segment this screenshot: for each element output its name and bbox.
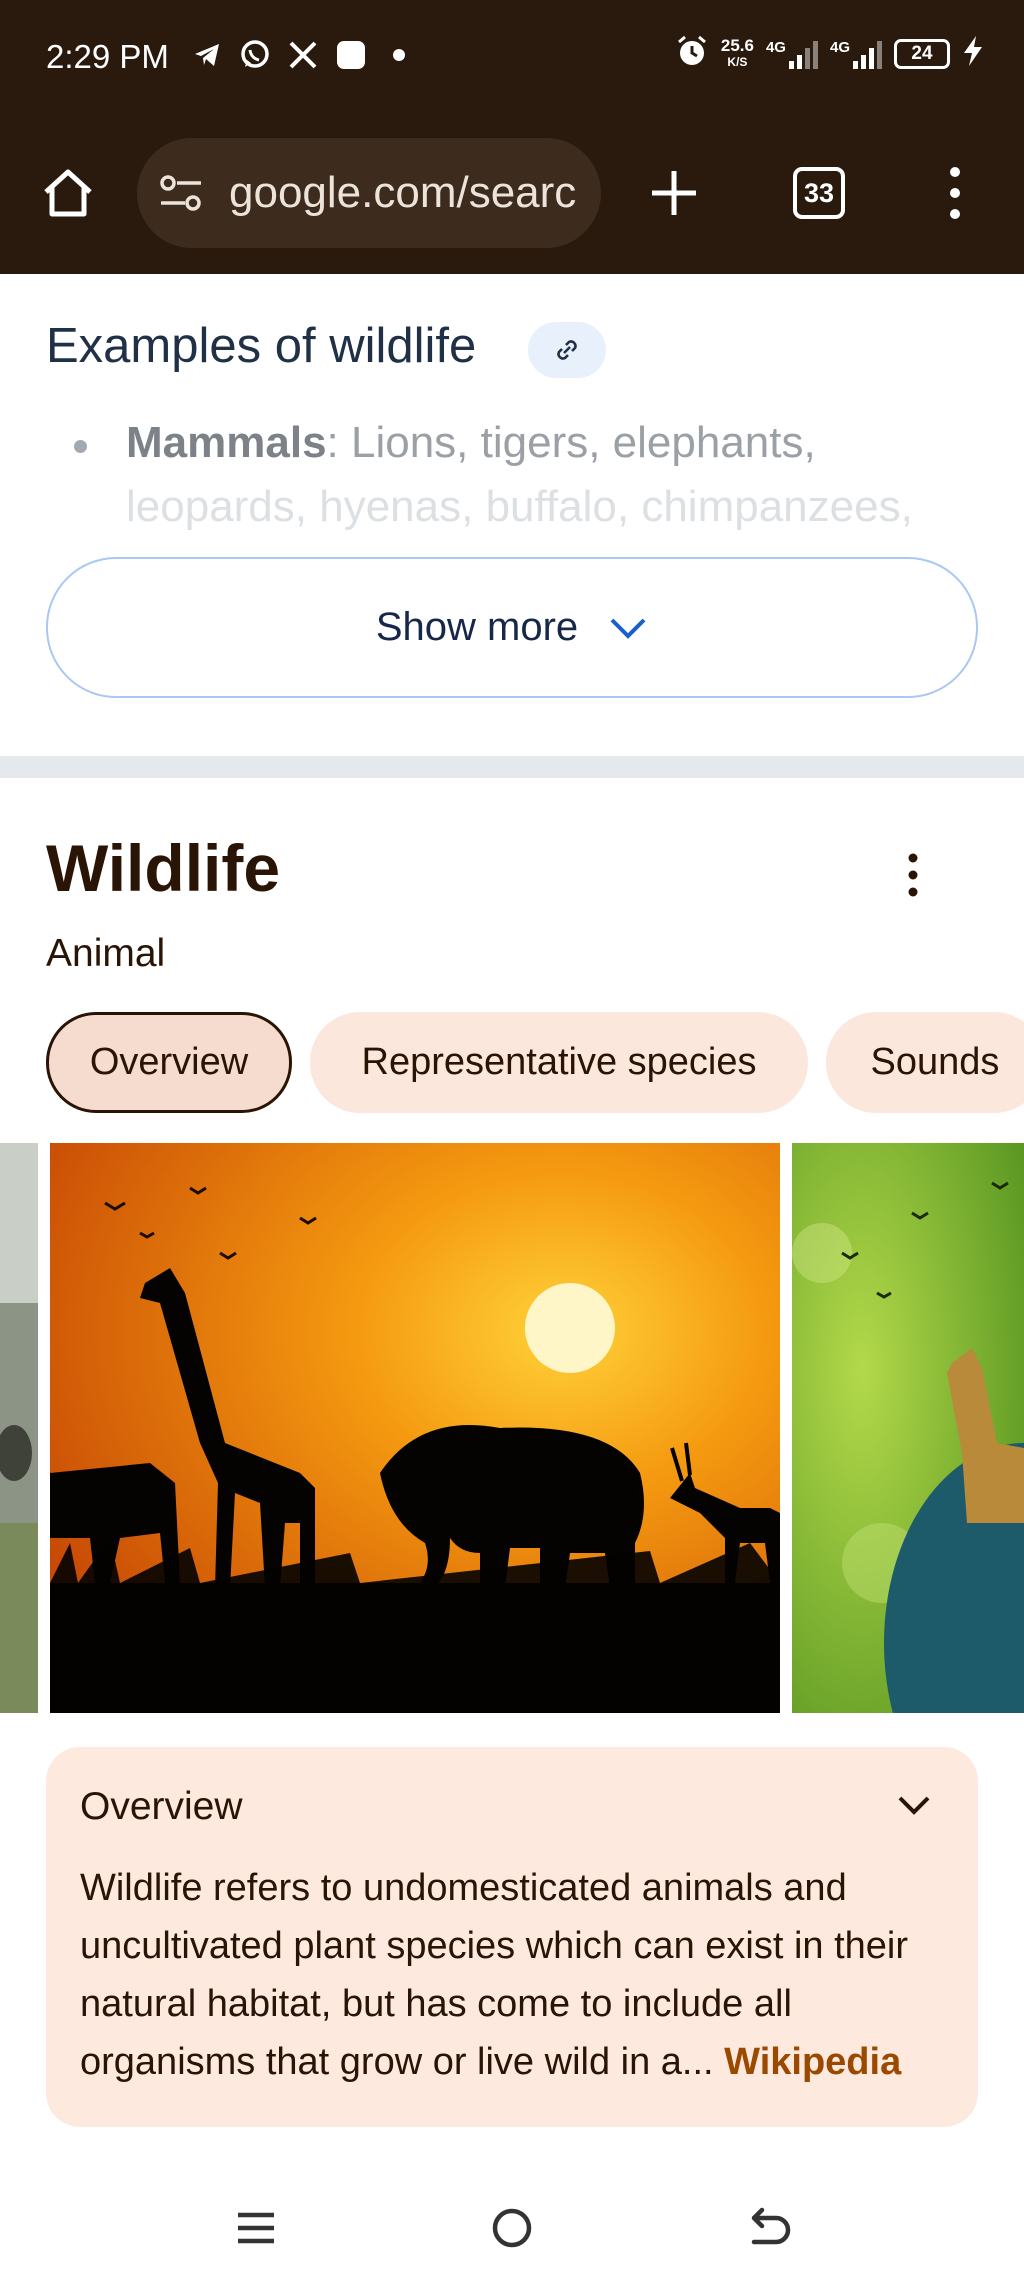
url-text[interactable]: google.com/search [229, 168, 579, 218]
link-icon [557, 340, 577, 360]
wikipedia-link[interactable]: Wikipedia [724, 2041, 901, 2083]
new-tab-icon[interactable] [648, 167, 700, 219]
dot-icon [382, 38, 416, 72]
section-heading: Examples of wildlife [46, 319, 477, 373]
whatsapp-icon [238, 38, 272, 72]
overview-text: Wildlife refers to undomesticated animal… [80, 1867, 909, 2083]
url-toolbar: google.com/search 33 [0, 110, 1024, 274]
alarm-icon [675, 34, 709, 73]
tab-representative-species[interactable]: Representative species [310, 1012, 808, 1113]
carousel-image-prev[interactable] [0, 1143, 38, 1713]
overview-title: Overview [80, 1785, 243, 1828]
telegram-icon [190, 38, 224, 72]
charging-icon [962, 35, 984, 72]
more-options-icon[interactable] [898, 852, 928, 898]
chevron-down-icon[interactable] [894, 1785, 934, 1825]
cell-signal-2: 4G [830, 39, 882, 69]
battery-indicator: 24 [894, 38, 950, 69]
browser-chrome: 2:29 PM 25.6 K/S 4G 4G 24 google.com/sea… [0, 0, 1024, 274]
cell-signal-1: 4G [766, 39, 818, 69]
app-square-icon [334, 38, 368, 72]
notification-icons [190, 38, 416, 72]
entity-title: Wildlife [46, 831, 281, 905]
tab-sounds[interactable]: Sounds [826, 1012, 1024, 1113]
example-item-faded: leopards, hyenas, buffalo, chimpanzees, [126, 482, 913, 531]
example-item: Mammals: Lions, tigers, elephants, [126, 418, 816, 467]
site-settings-icon[interactable] [159, 174, 203, 212]
copy-link-button[interactable] [528, 322, 606, 378]
overview-card: Overview Wildlife refers to undomesticat… [46, 1747, 978, 2127]
carousel-image-green-earth[interactable] [792, 1143, 1024, 1713]
section-divider [0, 756, 1024, 778]
tab-switcher-button[interactable]: 33 [793, 167, 845, 219]
bullet-dot [74, 440, 87, 453]
chevron-down-icon [610, 618, 646, 639]
recents-menu-icon[interactable] [228, 2200, 284, 2256]
tab-overview[interactable]: Overview [46, 1012, 292, 1113]
home-circle-icon[interactable] [484, 2200, 540, 2256]
system-nav-bar [0, 2170, 1024, 2292]
status-time: 2:29 PM [46, 38, 169, 75]
status-bar: 2:29 PM 25.6 K/S 4G 4G 24 [0, 0, 1024, 110]
system-indicators: 25.6 K/S 4G 4G 24 [675, 34, 984, 73]
entity-subtitle: Animal [46, 932, 166, 975]
net-speed: 25.6 K/S [720, 35, 754, 69]
show-more-button[interactable]: Show more [46, 557, 978, 698]
address-bar[interactable]: google.com/search [137, 138, 601, 248]
x-icon [286, 38, 320, 72]
carousel-image-sunset-wildlife[interactable] [50, 1143, 780, 1713]
more-menu-icon[interactable] [940, 164, 970, 222]
home-icon[interactable] [40, 165, 96, 221]
back-icon[interactable] [740, 2200, 796, 2256]
